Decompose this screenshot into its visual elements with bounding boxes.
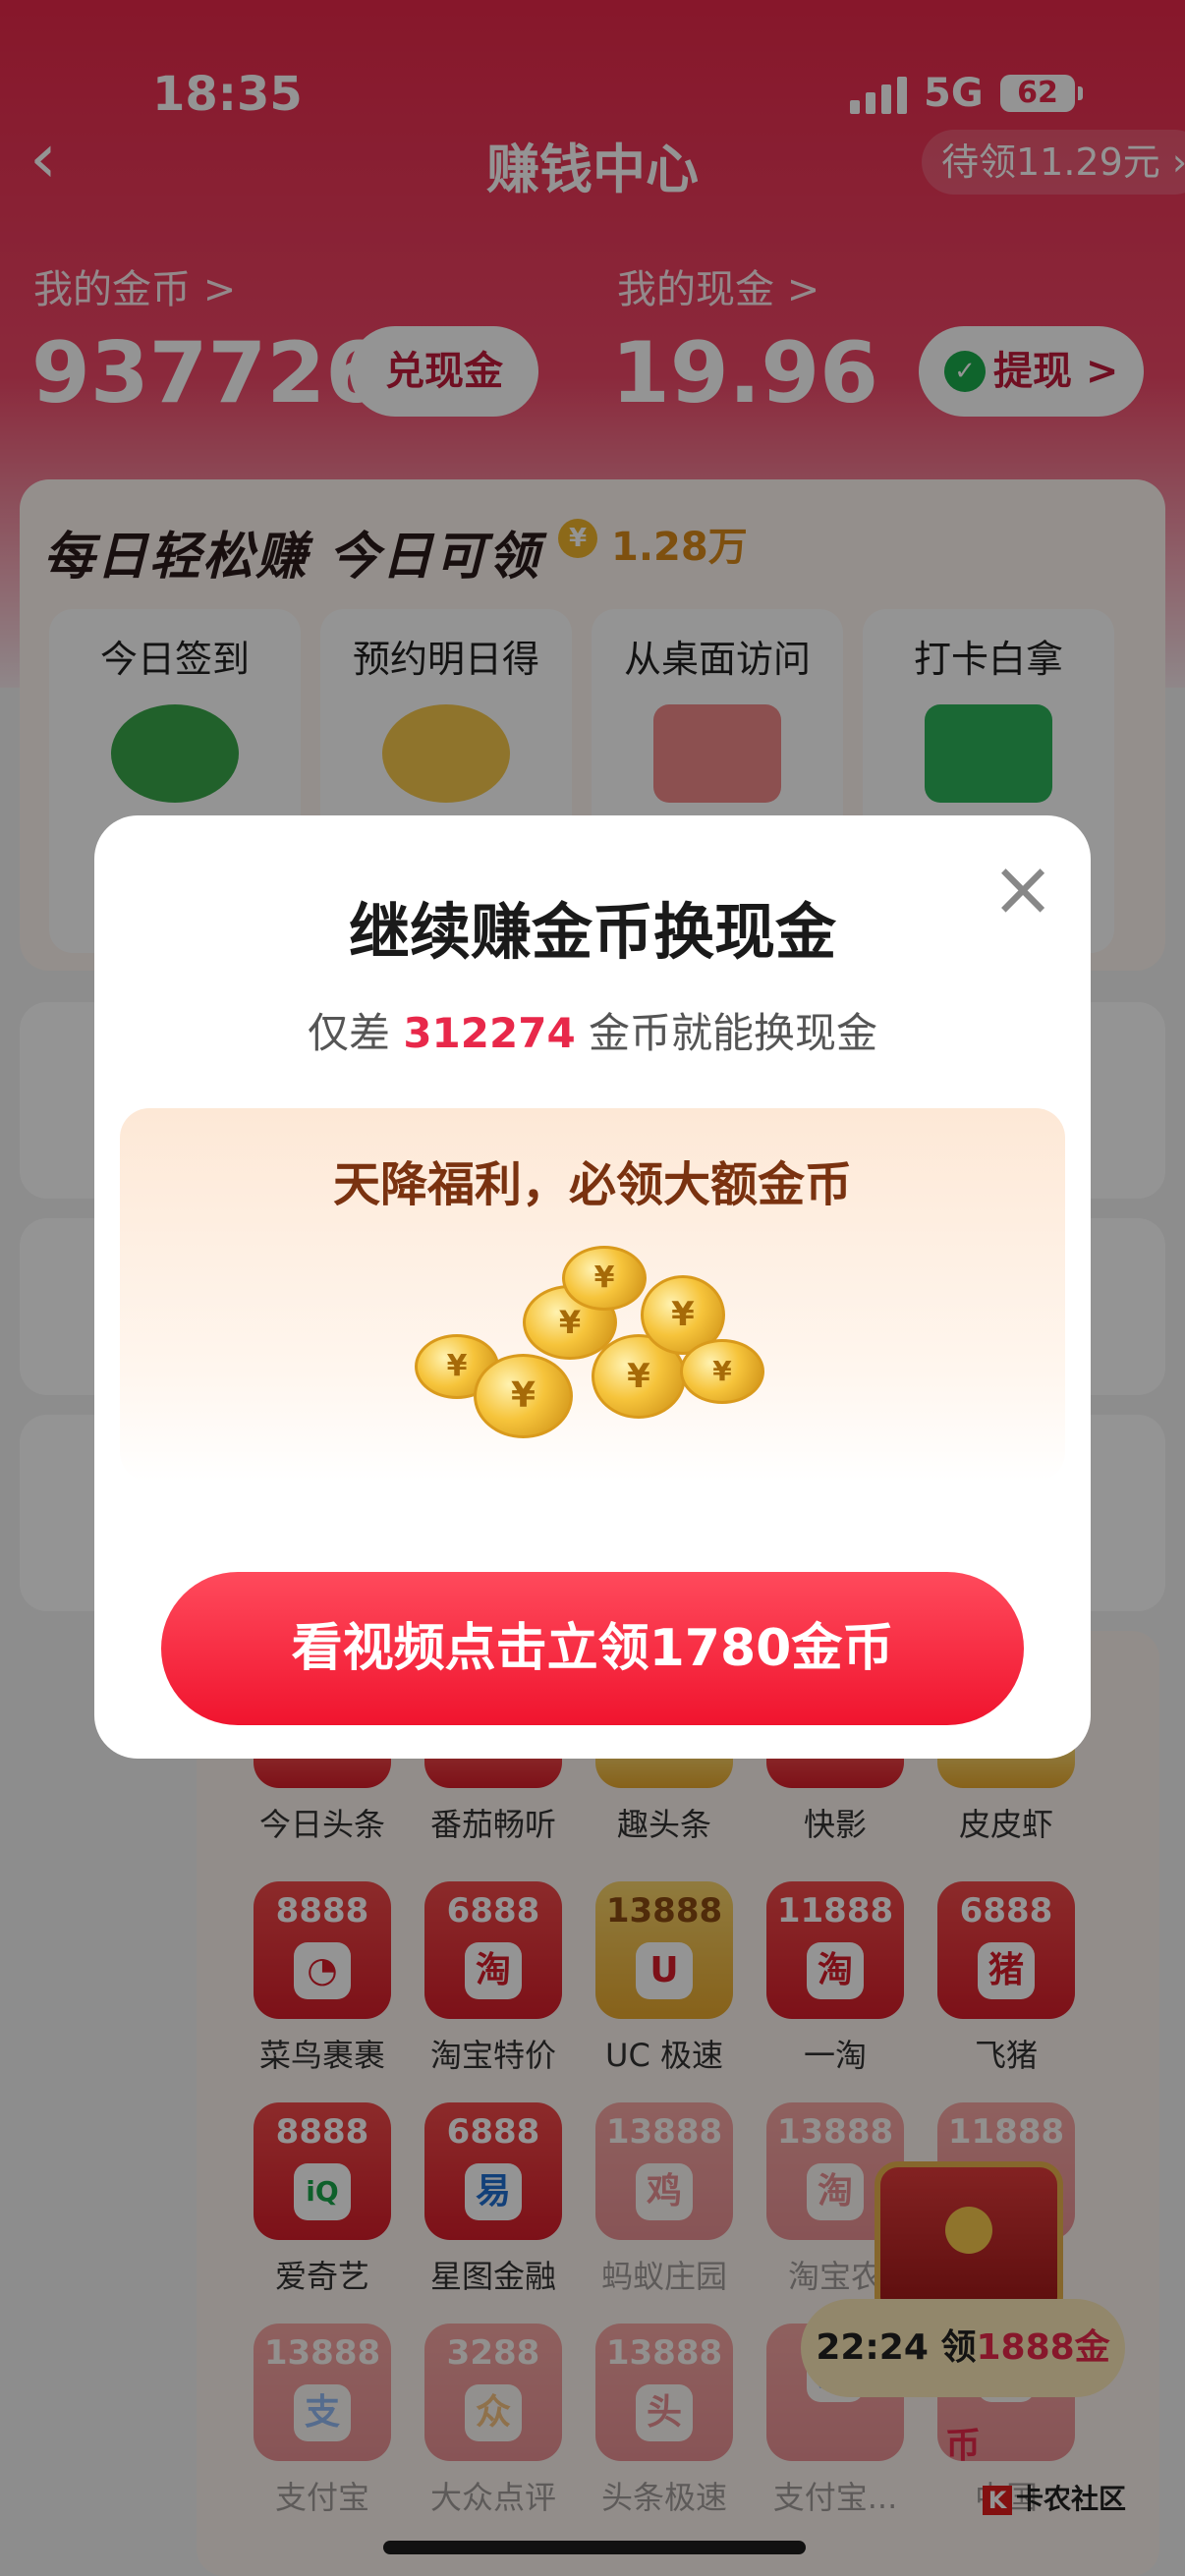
close-icon[interactable]: × xyxy=(988,851,1057,927)
home-indicator xyxy=(383,2541,806,2554)
subtitle-suffix: 金币就能换现金 xyxy=(589,1009,878,1057)
reward-modal: 继续赚金币换现金 × 仅差 312274 金币就能换现金 天降福利，必领大额金币… xyxy=(94,815,1091,1759)
modal-subtitle: 仅差 312274 金币就能换现金 xyxy=(94,1000,1091,1060)
subtitle-prefix: 仅差 xyxy=(307,1009,390,1057)
modal-title: 继续赚金币换现金 xyxy=(348,896,836,968)
gold-coins-pile-icon: ¥ ¥ ¥ ¥ ¥ ¥ ¥ xyxy=(415,1246,768,1452)
watch-video-claim-button[interactable]: 看视频点击立领1780金币 xyxy=(161,1572,1024,1725)
coins-needed: 312274 xyxy=(403,1009,576,1057)
promo-panel: 天降福利，必领大额金币 ¥ ¥ ¥ ¥ ¥ ¥ ¥ xyxy=(120,1108,1065,1482)
promo-title: 天降福利，必领大额金币 xyxy=(332,1157,852,1212)
